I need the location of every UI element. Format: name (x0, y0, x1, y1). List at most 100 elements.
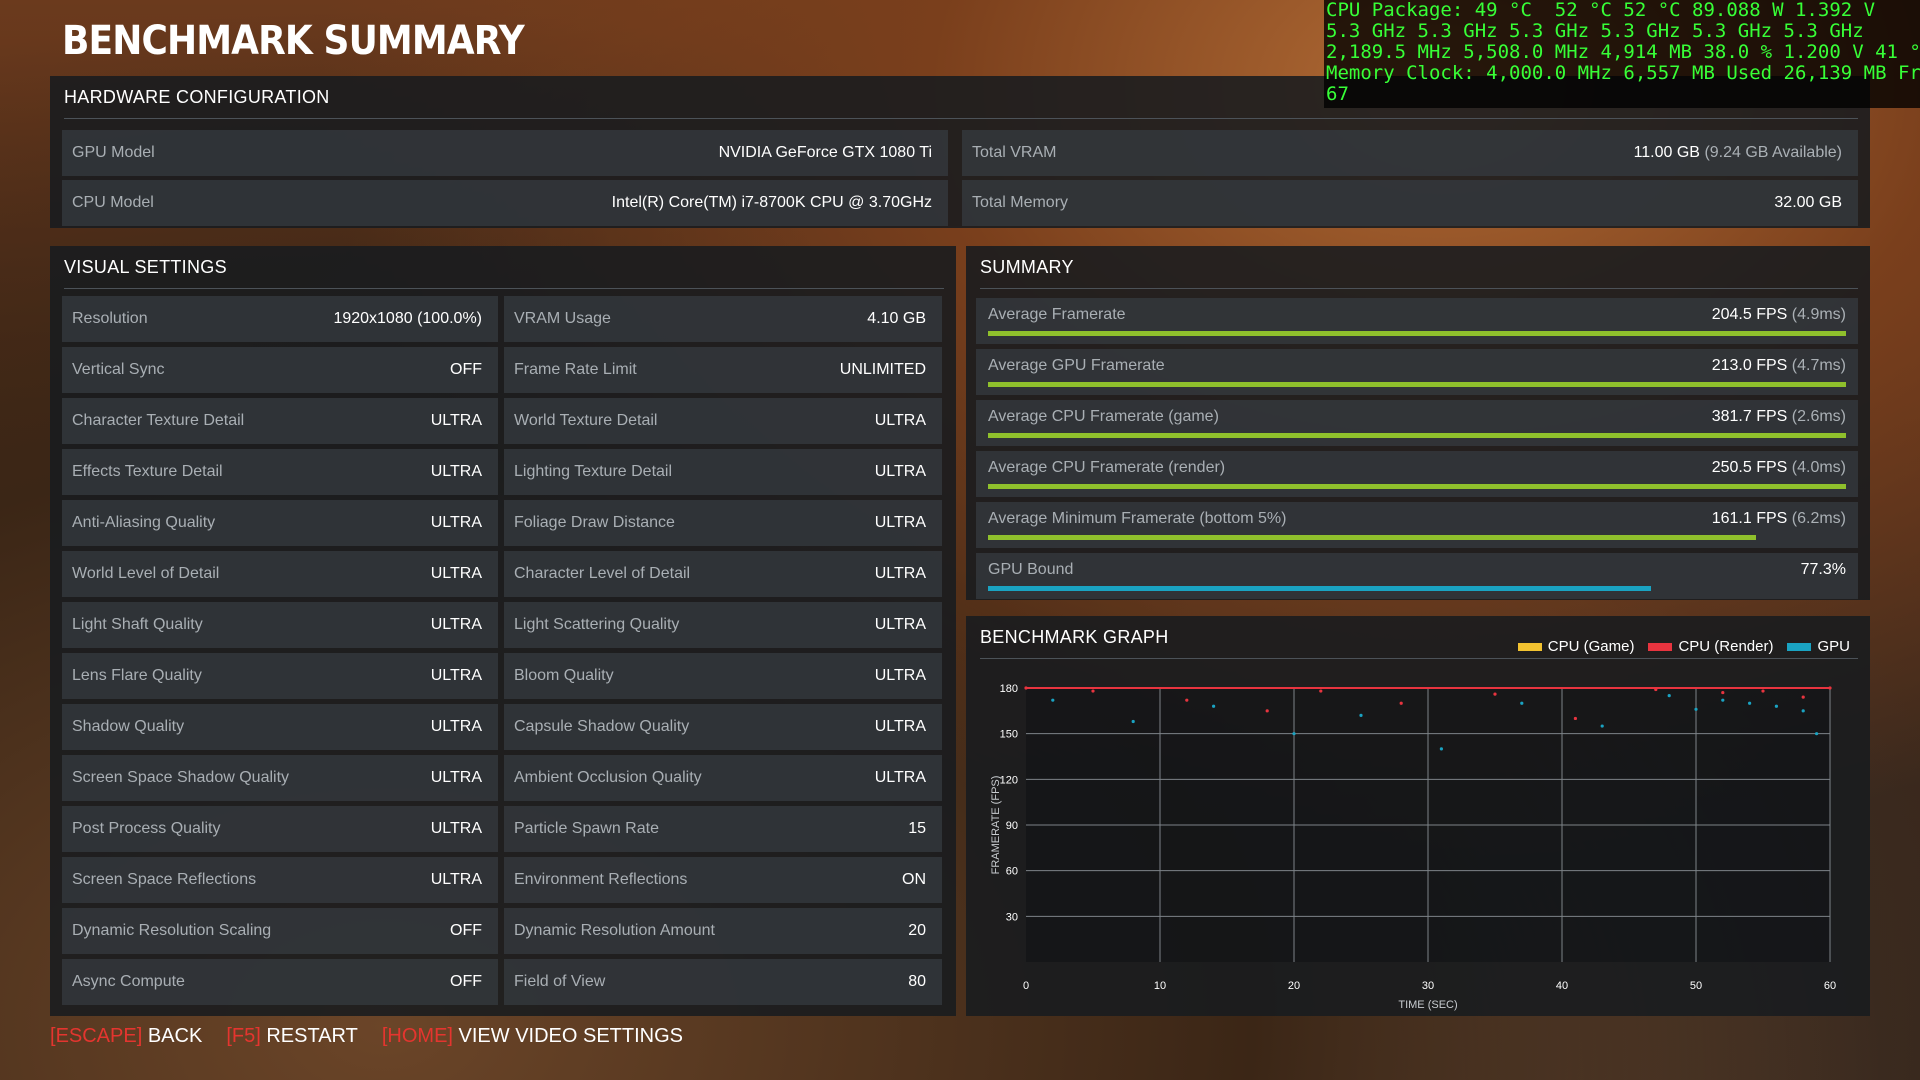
setting-label: Capsule Shadow Quality (514, 718, 690, 735)
visual-settings-panel: VISUAL SETTINGS Resolution 1920x1080 (100… (50, 246, 956, 1016)
setting-value: ULTRA (430, 514, 482, 531)
summary-ms: (2.6ms) (1791, 408, 1846, 425)
setting-row: Frame Rate Limit UNLIMITED (504, 347, 942, 393)
summary-label: Average Minimum Framerate (bottom 5%) (988, 510, 1287, 527)
setting-label: Async Compute (72, 973, 185, 990)
y-tick-label: 150 (1000, 729, 1018, 741)
data-point (1801, 709, 1805, 713)
cpu-model-label: CPU Model (72, 194, 154, 211)
summary-label: Average CPU Framerate (game) (988, 408, 1219, 425)
cpu-model-value: Intel(R) Core(TM) i7-8700K CPU @ 3.70GHz (611, 194, 932, 211)
setting-value: UNLIMITED (839, 361, 926, 378)
setting-row: Light Shaft Quality ULTRA (62, 602, 498, 648)
setting-row: Resolution 1920x1080 (100.0%) (62, 296, 498, 342)
summary-ms: (4.9ms) (1791, 306, 1846, 323)
data-point (1520, 701, 1524, 705)
summary-row: Average Minimum Framerate (bottom 5%) 161… (976, 502, 1858, 548)
summary-value: 204.5 FPS (4.9ms) (1712, 306, 1846, 324)
x-tick-label: 0 (1023, 980, 1029, 992)
summary-row: Average CPU Framerate (game) 381.7 FPS (2… (976, 400, 1858, 446)
framerate-chart: 30 60 90 120 150 180 0 10 20 30 40 50 60 TIME (SEC) FR… (990, 683, 1836, 1011)
data-point (1801, 695, 1805, 699)
summary-row: Average CPU Framerate (render) 250.5 FPS … (976, 451, 1858, 497)
y-tick-label: 90 (1006, 820, 1018, 832)
data-point (1573, 716, 1577, 721)
bracket-close: ] (136, 1025, 143, 1047)
summary-row: GPU Bound 77.3% (976, 553, 1858, 599)
summary-panel: SUMMARY Average Framerate 204.5 FPS (4.9m… (966, 246, 1870, 600)
data-point (1212, 704, 1216, 708)
setting-value: ULTRA (874, 718, 926, 735)
osd-line: 2,189.5 MHz 5,508.0 MHz 4,914 MB 38.0 % … (1326, 41, 1920, 63)
y-tick-label: 60 (1006, 866, 1018, 878)
summary-value: 250.5 FPS (4.0ms) (1712, 459, 1846, 477)
data-point (1051, 698, 1055, 702)
osd-line: 5.3 GHz 5.3 GHz 5.3 GHz 5.3 GHz 5.3 GHz … (1326, 20, 1864, 42)
setting-label: Foliage Draw Distance (514, 514, 675, 531)
setting-label: Light Scattering Quality (514, 616, 680, 633)
summary-ms: (4.0ms) (1791, 459, 1846, 476)
setting-label: Character Level of Detail (514, 565, 691, 582)
setting-label: Screen Space Shadow Quality (72, 769, 290, 786)
setting-value: ULTRA (430, 463, 482, 480)
summary-number: 381.7 FPS (1711, 408, 1788, 425)
summary-bar (988, 484, 1846, 489)
total-vram-row: Total VRAM 11.00 GB (9.24 GB Available) (962, 130, 1858, 176)
setting-value: ULTRA (874, 565, 926, 582)
setting-label: Dynamic Resolution Amount (514, 922, 715, 939)
setting-row: Character Level of Detail ULTRA (504, 551, 942, 597)
total-memory-label: Total Memory (972, 194, 1069, 211)
key-hint: ESCAPE (55, 1025, 137, 1047)
y-tick-label: 180 (1000, 683, 1018, 695)
footer-action-view-video-settings[interactable]: [HOME] VIEW VIDEO SETTINGS (382, 1025, 683, 1048)
total-memory-row: Total Memory 32.00 GB (962, 180, 1858, 226)
setting-row: Async Compute OFF (62, 959, 498, 1005)
gpu-model-row: GPU Model NVIDIA GeForce GTX 1080 Ti (62, 130, 948, 176)
footer-action-back[interactable]: [ESCAPE] BACK (50, 1025, 202, 1048)
setting-value: ULTRA (874, 769, 926, 786)
page-title: BENCHMARK SUMMARY (62, 18, 525, 64)
setting-label: Post Process Quality (72, 820, 221, 837)
setting-row: Dynamic Resolution Scaling OFF (62, 908, 498, 954)
x-tick-label: 50 (1690, 980, 1702, 992)
setting-row: Lighting Texture Detail ULTRA (504, 449, 942, 495)
setting-row: World Texture Detail ULTRA (504, 398, 942, 444)
summary-bar-fill (988, 535, 1756, 540)
setting-row: Effects Texture Detail ULTRA (62, 449, 498, 495)
visual-settings-heading: VISUAL SETTINGS (64, 246, 944, 289)
data-point (1815, 732, 1819, 736)
setting-value: OFF (450, 361, 482, 378)
setting-value: ULTRA (430, 616, 482, 633)
summary-number: 161.1 FPS (1711, 510, 1788, 527)
setting-row: Bloom Quality ULTRA (504, 653, 942, 699)
setting-row: Environment Reflections ON (504, 857, 942, 903)
x-tick-label: 10 (1154, 980, 1166, 992)
summary-bar (988, 586, 1846, 591)
data-point (1091, 689, 1095, 693)
footer-actions: [ESCAPE] BACK [F5] RESTART [HOME] VIEW VID… (50, 1025, 683, 1048)
setting-label: Lighting Texture Detail (514, 463, 673, 480)
data-point (1292, 732, 1296, 736)
data-point (1399, 701, 1403, 705)
setting-label: Shadow Quality (72, 718, 185, 735)
data-point (1319, 689, 1323, 693)
summary-value: 213.0 FPS (4.7ms) (1712, 357, 1846, 375)
footer-action-restart[interactable]: [F5] RESTART (226, 1025, 358, 1048)
setting-value: ULTRA (430, 718, 482, 735)
setting-label: Environment Reflections (514, 871, 688, 888)
key-hint: F5 (231, 1025, 256, 1047)
osd-line: CPU Package: 49 °C 52 °C 52 °C 89.088 W … (1326, 0, 1876, 21)
setting-label: Field of View (514, 973, 606, 990)
setting-label: Ambient Occlusion Quality (514, 769, 702, 786)
summary-number: 250.5 FPS (1711, 459, 1788, 476)
total-memory-value: 32.00 GB (1774, 194, 1842, 211)
summary-label: Average CPU Framerate (render) (988, 459, 1226, 476)
setting-value: ULTRA (430, 412, 482, 429)
setting-value: ULTRA (430, 667, 482, 684)
summary-bar (988, 331, 1846, 336)
summary-ms: (6.2ms) (1791, 510, 1846, 527)
x-tick-label: 30 (1422, 980, 1434, 992)
setting-label: Particle Spawn Rate (514, 820, 659, 837)
setting-value: ON (902, 871, 926, 888)
setting-row: Vertical Sync OFF (62, 347, 498, 393)
